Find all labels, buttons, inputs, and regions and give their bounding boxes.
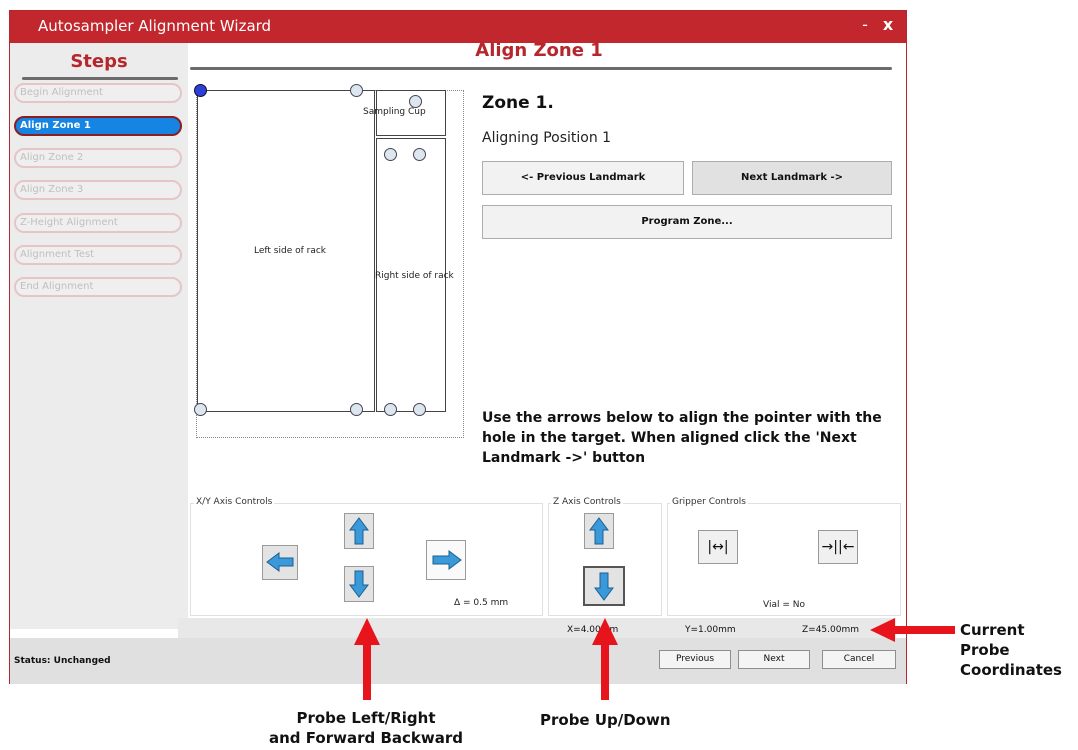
xy-arrow-icon xyxy=(354,618,380,700)
annotation-probe-xy: Probe Left/Right and Forward Backward xyxy=(245,708,487,748)
annotation-line: Current xyxy=(960,621,1025,639)
coords-arrow-icon xyxy=(870,618,955,642)
annotation-line: and Forward Backward xyxy=(269,729,463,747)
annotation-current-coordinates: Current Probe Coordinates xyxy=(960,620,1062,680)
annotation-arrows xyxy=(354,618,955,700)
annotation-line: Probe Left/Right xyxy=(296,709,436,727)
z-arrow-icon xyxy=(592,618,618,700)
annotation-line: Probe xyxy=(960,641,1010,659)
annotation-probe-z: Probe Up/Down xyxy=(540,711,671,729)
annotation-line: Coordinates xyxy=(960,661,1062,679)
